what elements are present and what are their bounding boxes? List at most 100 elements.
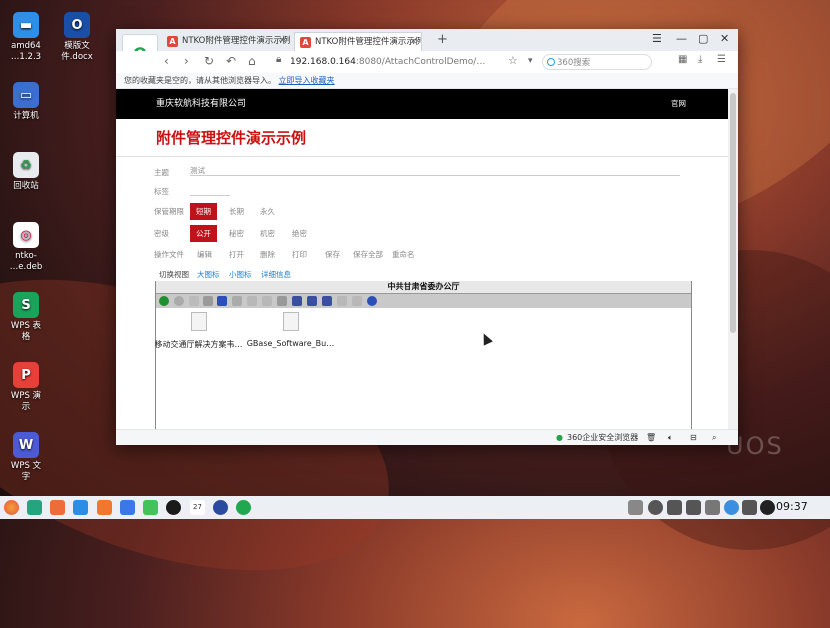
app-icon-orange[interactable] (97, 500, 112, 515)
multitask-view-icon[interactable] (27, 500, 42, 515)
op-save-all[interactable]: 保存全部 (353, 249, 383, 260)
op-print[interactable]: 打印 (292, 249, 307, 260)
print-icon[interactable] (203, 296, 213, 306)
secret-option-public[interactable]: 公开 (190, 225, 217, 242)
secret-option-confidential[interactable]: 机密 (260, 228, 275, 239)
back-icon[interactable]: ‹ (164, 54, 169, 68)
menu-icon[interactable]: ☰ (652, 32, 662, 45)
op-save[interactable]: 保存 (325, 249, 340, 260)
file-manager-icon[interactable] (73, 500, 88, 515)
retention-option-permanent[interactable]: 永久 (260, 206, 275, 217)
minimize-icon[interactable]: — (676, 32, 687, 45)
video-player-icon[interactable] (166, 500, 181, 515)
about-icon[interactable] (367, 296, 377, 306)
home-icon[interactable]: ⌂ (248, 54, 256, 68)
desktop-icon-label: 回收站 (13, 181, 39, 191)
power-icon[interactable] (760, 500, 775, 515)
scroll-thumb[interactable] (730, 93, 736, 333)
secret-option-top-secret[interactable]: 绝密 (292, 228, 307, 239)
close-tab-icon[interactable]: ✕ (279, 32, 286, 51)
secret-option-secret[interactable]: 秘密 (229, 228, 244, 239)
undo-icon[interactable]: ↶ (226, 54, 236, 68)
desktop-icon-wps-sheet[interactable]: S WPS 表 格 (0, 292, 56, 343)
network-icon[interactable] (686, 500, 701, 515)
speaker-icon[interactable]: 🔈︎ (668, 430, 673, 445)
op-edit[interactable]: 编辑 (197, 249, 212, 260)
close-window-icon[interactable]: ✕ (720, 32, 729, 45)
save-icon[interactable] (217, 296, 227, 306)
clock[interactable]: 09:37 (776, 500, 808, 513)
app-store-icon[interactable] (50, 500, 65, 515)
large-view-icon[interactable] (292, 296, 302, 306)
reload-icon[interactable]: ↻ (204, 54, 214, 68)
music-icon[interactable] (143, 500, 158, 515)
new-tab-button[interactable]: + (437, 32, 448, 47)
desktop-icon-trash[interactable]: ♻ 回收站 (0, 152, 56, 192)
forward-icon[interactable]: › (184, 54, 189, 68)
subject-label: 主题 (154, 168, 169, 177)
rename-icon[interactable] (277, 296, 287, 306)
desktop-icon-label: 模版文 件.docx (61, 41, 93, 62)
attachment-file-1[interactable]: 移动交通厅解决方案韦… (151, 312, 246, 350)
download-icon[interactable]: ⤓ (698, 54, 702, 65)
launcher-icon[interactable] (4, 500, 19, 515)
op-rename[interactable]: 重命名 (392, 249, 415, 260)
search-placeholder: 360搜索 (557, 58, 591, 68)
retention-option-short[interactable]: 短期 (190, 203, 217, 220)
bookmark-star-icon[interactable]: ☆ (508, 54, 518, 67)
open-folder-icon[interactable] (247, 296, 257, 306)
download-arrow-icon[interactable] (337, 296, 347, 306)
menu-icon[interactable]: ☰ (717, 54, 726, 65)
desktop-icon-computer[interactable]: ▭ 计算机 (0, 82, 56, 122)
detail-view-icon[interactable] (322, 296, 332, 306)
upload-icon[interactable] (352, 296, 362, 306)
apps-grid-icon[interactable]: ▦ (678, 54, 687, 65)
maximize-icon[interactable]: ▢ (698, 32, 708, 45)
op-open[interactable]: 打开 (229, 249, 244, 260)
official-site-link[interactable]: 官网 (671, 89, 686, 119)
save-all-icon[interactable] (232, 296, 242, 306)
sound-icon[interactable] (742, 500, 757, 515)
trash-icon: ♻ (13, 152, 39, 178)
tags-input[interactable] (190, 195, 230, 196)
security-status[interactable]: 360企业安全浏览器 (567, 430, 638, 445)
copy-icon[interactable] (262, 296, 272, 306)
view-details[interactable]: 详细信息 (261, 269, 291, 280)
browser-taskbar-icon[interactable] (236, 500, 251, 515)
small-view-icon[interactable] (307, 296, 317, 306)
close-tab-icon[interactable]: ✕ (410, 33, 417, 51)
op-delete[interactable]: 删除 (260, 249, 275, 260)
notification-icon[interactable] (667, 500, 682, 515)
zoom-icon[interactable]: ⊟ (690, 430, 697, 445)
tab-2-active[interactable]: A NTKO附件管理控件演示示例 ✕ (294, 32, 422, 51)
desktop-icon-label: WPS 表 格 (10, 321, 42, 342)
vertical-scrollbar[interactable] (728, 89, 738, 429)
app-icon-blue[interactable] (120, 500, 135, 515)
trash-icon[interactable]: 🗑︎ (646, 430, 656, 445)
desktop-icon-ntko-deb[interactable]: ◎ ntko- …e.deb (0, 222, 56, 273)
company-name: 重庆软航科技有限公司 (156, 99, 247, 109)
volume-icon[interactable] (648, 500, 663, 515)
retention-option-long[interactable]: 长期 (229, 206, 244, 217)
tab-1[interactable]: A NTKO附件管理控件演示示例 ✕ (162, 32, 290, 51)
import-bookmarks-link[interactable]: 立即导入收藏夹 (279, 76, 335, 85)
forward-arrow-icon[interactable] (189, 296, 199, 306)
dropdown-icon[interactable]: ▾ (528, 56, 533, 66)
remove-icon[interactable] (174, 296, 184, 306)
desktop-icon-wps-presentation[interactable]: P WPS 演 示 (0, 362, 56, 413)
calendar-icon[interactable]: 27 (190, 500, 205, 515)
attachment-file-2[interactable]: GBase_Software_Bu… (243, 312, 338, 348)
arrow-icon[interactable] (705, 500, 720, 515)
view-small-icons[interactable]: 小图标 (229, 269, 252, 280)
view-large-icons[interactable]: 大图标 (197, 269, 220, 280)
desktop-icon-template-doc[interactable]: O 模版文 件.docx (47, 12, 107, 63)
shield-icon: ● (556, 433, 563, 442)
add-icon[interactable] (159, 296, 169, 306)
desktop-icon-wps-writer[interactable]: W WPS 文 字 (0, 432, 56, 483)
search-box[interactable]: 360搜索 (542, 54, 652, 70)
settings-icon[interactable] (213, 500, 228, 515)
folder-tray-icon[interactable] (628, 500, 643, 515)
address-bar[interactable]: 192.168.0.164:8080/AttachControlDemo/… (290, 54, 530, 70)
search-icon[interactable]: ⌕ (712, 430, 716, 445)
cloud-icon[interactable] (724, 500, 739, 515)
